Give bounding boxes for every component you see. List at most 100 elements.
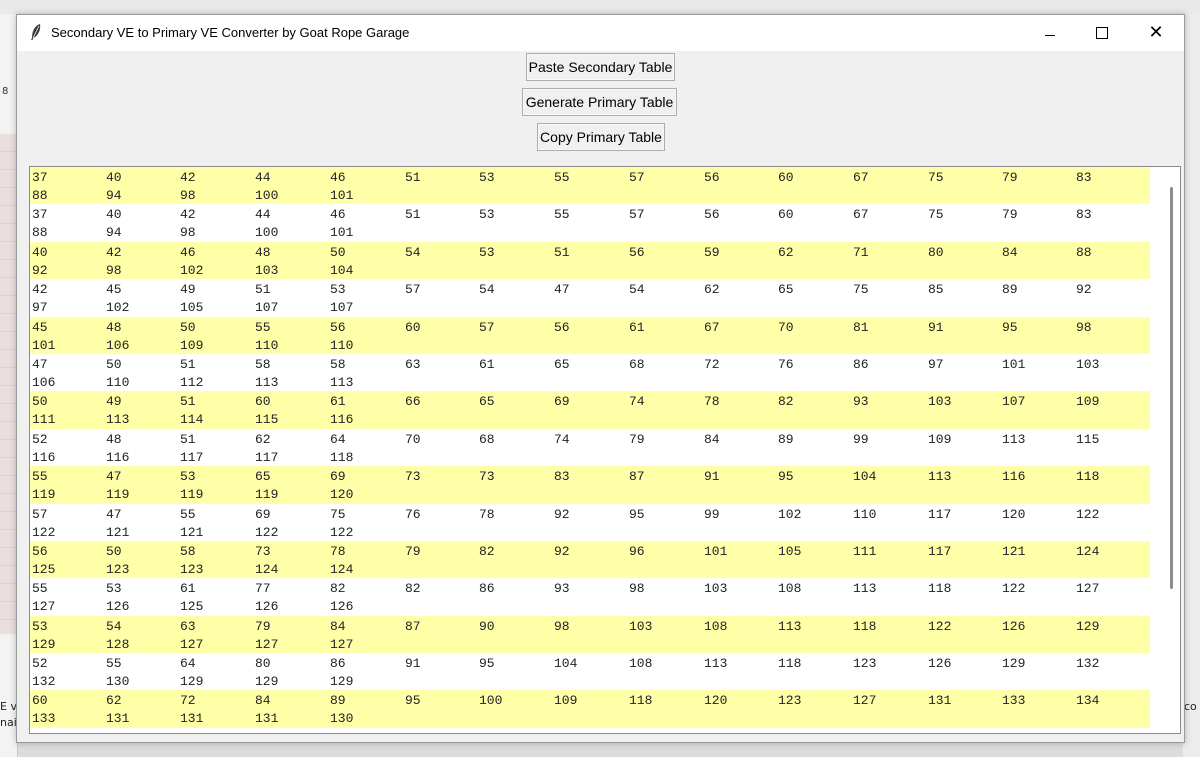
table-cell: 129 — [1076, 618, 1100, 634]
table-cell: 92 — [32, 262, 48, 278]
table-cell: 113 — [704, 656, 728, 672]
table-cell: 96 — [629, 543, 645, 559]
table-cell: 44 — [255, 170, 271, 185]
table-cell: 113 — [255, 374, 279, 390]
table-cell: 65 — [778, 282, 794, 298]
table-cell: 86 — [853, 356, 869, 372]
table-cell: 66 — [405, 394, 421, 410]
table-cell: 102 — [106, 300, 130, 316]
table-cell: 99 — [853, 431, 869, 447]
table-cell: 56 — [629, 244, 645, 260]
table-cell: 97 — [32, 300, 48, 316]
table-cell: 125 — [180, 599, 204, 615]
table-cell: 53 — [330, 282, 346, 298]
maximize-icon — [1096, 27, 1108, 39]
table-row: 50 49 51 60 61 66 65 69 74 78 82 93 103 107 109 111 113 1… — [30, 391, 1150, 429]
table-cell: 108 — [778, 581, 802, 597]
minimize-button[interactable] — [1026, 15, 1074, 51]
table-cell: 60 — [255, 394, 271, 410]
table-cell: 84 — [255, 693, 271, 709]
close-button[interactable]: ✕ — [1132, 15, 1180, 51]
table-cell: 128 — [106, 636, 130, 652]
table-cell: 83 — [1076, 207, 1092, 223]
table-cell: 92 — [554, 543, 570, 559]
table-cell: 62 — [778, 244, 794, 260]
table-cell: 103 — [1076, 356, 1100, 372]
table-cell: 94 — [106, 188, 122, 203]
table-cell: 65 — [554, 356, 570, 372]
table-cell: 86 — [330, 656, 346, 672]
table-cell: 133 — [1002, 693, 1026, 709]
title-bar[interactable]: Secondary VE to Primary VE Converter by … — [17, 15, 1184, 51]
table-cell: 117 — [928, 506, 952, 522]
table-cell: 95 — [479, 656, 495, 672]
table-cell: 103 — [704, 581, 728, 597]
table-cell: 102 — [180, 262, 204, 278]
table-cell: 122 — [1002, 581, 1026, 597]
table-cell: 63 — [180, 618, 196, 634]
table-cell: 115 — [1076, 431, 1100, 447]
table-cell: 104 — [853, 469, 877, 485]
table-cell: 59 — [704, 244, 720, 260]
table-row: 37 40 42 44 46 51 53 55 57 56 60 67 75 79 83 88 94 98 100 1… — [30, 204, 1150, 241]
table-cell: 45 — [106, 282, 122, 298]
table-text-area[interactable]: 37 40 42 44 46 51 53 55 57 56 60 67 75 79 83 88 94 98 100 1… — [29, 166, 1181, 734]
table-cell: 73 — [405, 469, 421, 485]
table-cell: 83 — [554, 469, 570, 485]
background-text: E v — [0, 700, 17, 713]
table-cell: 67 — [704, 319, 720, 335]
table-cell: 113 — [928, 469, 952, 485]
table-cell: 54 — [106, 618, 122, 634]
converter-window: Secondary VE to Primary VE Converter by … — [16, 14, 1185, 743]
table-cell: 125 — [32, 561, 56, 577]
background-text: nai — [0, 716, 17, 729]
paste-secondary-table-button[interactable]: Paste Secondary Table — [526, 53, 675, 81]
table-cell: 82 — [778, 394, 794, 410]
table-cell: 40 — [106, 170, 122, 185]
table-cell: 123 — [853, 656, 877, 672]
table-cell: 110 — [853, 506, 877, 522]
table-cell: 47 — [106, 469, 122, 485]
vertical-scrollbar[interactable] — [1163, 167, 1180, 733]
table-cell: 91 — [704, 469, 720, 485]
table-cell: 87 — [629, 469, 645, 485]
table-cell: 98 — [106, 262, 122, 278]
table-cell: 109 — [1076, 394, 1100, 410]
table-cell: 124 — [330, 561, 354, 577]
table-cell: 42 — [32, 282, 48, 298]
table-cell: 103 — [255, 262, 279, 278]
table-cell: 60 — [405, 319, 421, 335]
maximize-button[interactable] — [1078, 15, 1126, 51]
table-cell: 100 — [255, 188, 279, 203]
table-cell: 69 — [330, 469, 346, 485]
table-cell: 122 — [1076, 506, 1100, 522]
table-cell: 121 — [1002, 543, 1026, 559]
table-cell: 57 — [405, 282, 421, 298]
table-cell: 98 — [554, 618, 570, 634]
table-cell: 77 — [255, 581, 271, 597]
generate-primary-table-button[interactable]: Generate Primary Table — [522, 88, 677, 116]
table-cell: 57 — [629, 207, 645, 223]
table-cell: 124 — [1076, 543, 1100, 559]
table-cell: 79 — [405, 543, 421, 559]
table-cell: 40 — [32, 244, 48, 260]
table-cell: 78 — [704, 394, 720, 410]
table-cell: 127 — [255, 636, 279, 652]
table-cell: 117 — [928, 543, 952, 559]
copy-primary-table-button[interactable]: Copy Primary Table — [537, 123, 665, 151]
table-cell: 118 — [330, 449, 354, 465]
table-cell: 42 — [180, 170, 196, 185]
table-cell: 126 — [106, 599, 130, 615]
table-cell: 48 — [106, 319, 122, 335]
table-cell: 111 — [32, 412, 56, 428]
table-cell: 126 — [1002, 618, 1026, 634]
table-cell: 86 — [479, 581, 495, 597]
table-cell: 129 — [1002, 656, 1026, 672]
table-cell: 65 — [479, 394, 495, 410]
scrollbar-thumb[interactable] — [1170, 187, 1173, 589]
table-cell: 64 — [330, 431, 346, 447]
table-cell: 101 — [330, 225, 354, 241]
table-row: 60 62 72 84 89 95 100 109 118 120 123 127 131 133 134 1… — [30, 690, 1150, 728]
table-cell: 73 — [255, 543, 271, 559]
table-cell: 105 — [778, 543, 802, 559]
